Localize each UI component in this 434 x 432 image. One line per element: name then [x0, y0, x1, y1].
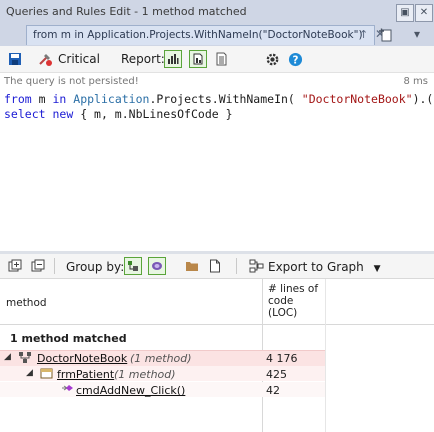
keyword-from: from: [4, 92, 32, 106]
column-header-loc[interactable]: # lines of code (LOC): [268, 283, 323, 319]
code-string: "DoctorNoteBook": [301, 92, 413, 106]
row-meta: (1 method): [114, 368, 176, 381]
critical-label[interactable]: Critical: [58, 52, 100, 66]
row-loc-value: 4 176: [266, 352, 298, 365]
tab-query-label: from m in Application.Projects.WithNameI…: [33, 29, 363, 41]
keyword-select: select: [4, 107, 46, 121]
svg-text:?: ?: [292, 54, 298, 66]
folder-icon[interactable]: [183, 257, 201, 275]
window-title-bar: Queries and Rules Edit - 1 method matche…: [0, 0, 434, 25]
row-name-link[interactable]: frmPatient: [57, 368, 114, 381]
keyword-in: in: [52, 92, 67, 106]
row-name-link[interactable]: DoctorNoteBook: [37, 352, 127, 365]
report-document-icon[interactable]: [189, 50, 207, 68]
tab-menu-chevron-down-icon[interactable]: ▾: [414, 27, 420, 41]
group-by-assembly-icon[interactable]: [148, 257, 166, 275]
file-icon[interactable]: [206, 257, 224, 275]
collapse-all-icon[interactable]: [29, 257, 47, 275]
row-name-link[interactable]: cmdAddNew_Click(): [76, 384, 185, 397]
help-icon[interactable]: ?: [286, 50, 304, 68]
export-to-graph-label: Export to Graph: [268, 260, 364, 274]
window-title: Queries and Rules Edit - 1 method matche…: [6, 5, 247, 18]
persist-warning: The query is not persisted!: [4, 76, 139, 87]
column-header-method[interactable]: method: [6, 297, 47, 309]
code-line-1[interactable]: from m in Application.Projects.WithNameI…: [4, 92, 433, 106]
code-member-chain: .Projects.WithNameIn(: [149, 92, 302, 106]
group-by-namespace-icon[interactable]: [124, 257, 142, 275]
expand-triangle-icon[interactable]: ◢: [26, 368, 33, 378]
results-header: [0, 279, 434, 325]
report-bar-chart-icon[interactable]: [164, 50, 182, 68]
column-divider: [325, 279, 326, 432]
report-list-icon[interactable]: [213, 50, 231, 68]
toolbar-separator: [54, 258, 55, 274]
expand-all-icon[interactable]: [6, 257, 24, 275]
row-loc-value: 42: [266, 384, 280, 397]
close-window-button[interactable]: ✕: [415, 4, 433, 22]
window-title-text: Queries and Rules Edit: [6, 5, 131, 18]
method-icon: [61, 383, 75, 399]
new-query-icon[interactable]: [378, 27, 394, 46]
pin-icon[interactable]: ↑: [359, 28, 368, 41]
code-projection: { m, m.NbLinesOfCode }: [73, 107, 233, 121]
toolbar-separator: [236, 258, 237, 274]
tab-query[interactable]: from m in Application.Projects.WithNameI…: [26, 25, 385, 45]
group-by-label: Group by:: [66, 260, 125, 274]
window-title-suffix: - 1 method matched: [134, 5, 247, 18]
gear-icon[interactable]: [263, 50, 281, 68]
code-type: Application: [73, 92, 150, 106]
maximize-button[interactable]: ▣: [396, 4, 414, 22]
code-var: m: [31, 92, 53, 106]
report-label: Report:: [121, 52, 165, 66]
export-graph-icon[interactable]: [248, 257, 266, 275]
row-meta: (1 method): [130, 352, 192, 365]
code-tail: ).(: [412, 92, 434, 106]
save-icon[interactable]: [6, 50, 24, 68]
type-icon: [40, 367, 53, 383]
query-status-bar: The query is not persisted! 8 ms: [4, 76, 430, 87]
row-loc-value: 425: [266, 368, 287, 381]
expand-triangle-icon[interactable]: ◢: [4, 352, 11, 362]
execution-time: 8 ms: [403, 76, 429, 87]
export-to-graph-button[interactable]: Export to Graph ▼: [268, 260, 381, 274]
code-line-2[interactable]: select new { m, m.NbLinesOfCode }: [4, 107, 233, 121]
keyword-new: new: [52, 107, 74, 121]
critical-rule-icon[interactable]: [36, 50, 54, 68]
results-summary: 1 method matched: [10, 332, 127, 345]
chevron-down-icon: ▼: [373, 264, 381, 274]
